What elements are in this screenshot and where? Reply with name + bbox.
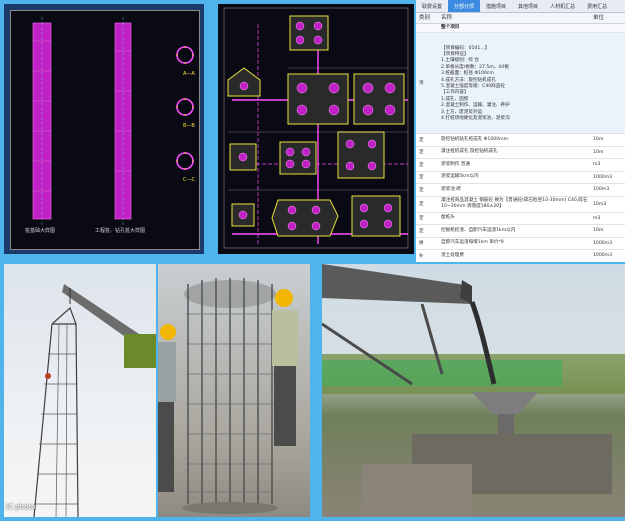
tab-itemized[interactable]: 分部分项 xyxy=(448,0,481,12)
drawing-title-2: 工程桩、钻孔桩大样图 xyxy=(95,228,146,234)
workers-photo-svg xyxy=(158,278,298,514)
table-row[interactable]: 定 灌注桩机成孔 旋挖钻机成孔 10m xyxy=(416,147,625,159)
budget-spreadsheet: 取费设置 分部分项 措施项目 其他项目 人材机汇总 费用汇总 类别 名称 单位 … xyxy=(416,0,625,262)
tab-materials-summary[interactable]: 人材机汇总 xyxy=(544,0,581,12)
cell-unit: 10m xyxy=(593,137,604,143)
cell-code: 补 xyxy=(419,253,424,259)
table-row[interactable]: 定 灌注桩商品混凝土 钢筋砼 换为【普通砼(碎石粒径10-30mm) C40,碎石… xyxy=(416,197,625,213)
cell-name: 渣土处理费 xyxy=(441,252,464,258)
section-a-circle xyxy=(176,46,194,64)
table-row[interactable]: 定 旋挖钻机钻孔桩成孔 Φ1000mm 10m xyxy=(416,134,625,147)
cell-name: 灌注桩机成孔 旋挖钻机成孔 xyxy=(441,149,498,155)
watermark: IC photo xyxy=(6,503,36,511)
cell-code: 换 xyxy=(419,241,424,247)
cell-code: 定 xyxy=(419,228,424,234)
table-row[interactable]: 定 泥浆制作 普通 m3 xyxy=(416,159,625,172)
cell-unit: 10m3 xyxy=(593,201,607,207)
header-name: 名称 xyxy=(441,15,453,21)
header-unit: 单位 xyxy=(593,15,605,21)
header-category: 类别 xyxy=(419,15,431,21)
table-row[interactable]: 定 泥浆池 砖 100m3 xyxy=(416,184,625,197)
foundation-plan-svg xyxy=(223,7,409,249)
cell-name: 灌注桩商品混凝土 钢筋砼 换为【普通砼(碎石粒径10-30mm) C40,碎石1… xyxy=(441,198,588,209)
crane-photo-svg xyxy=(33,284,156,517)
row-code: 项 xyxy=(419,81,424,86)
photo-workers-rebar-cage xyxy=(158,264,310,517)
table-header: 类别 名称 单位 xyxy=(416,13,625,24)
photo-concrete-pouring xyxy=(322,264,625,517)
cell-code: 定 xyxy=(419,202,424,207)
cell-name: 旋挖钻机钻孔桩成孔 Φ1000mm xyxy=(441,136,509,142)
cell-unit: m3 xyxy=(593,162,601,168)
drawing-title-1: 桩基础大样图 xyxy=(25,228,56,234)
tab-cost-summary[interactable]: 费用汇总 xyxy=(581,0,613,12)
cell-name: 挖掘机挖渣、自卸汽车运渣1km以内 xyxy=(441,227,516,233)
tab-fee-settings[interactable]: 取费设置 xyxy=(416,0,448,12)
cell-unit: 10m xyxy=(593,228,604,234)
cell-name: 泥浆池 砖 xyxy=(441,186,461,192)
section-c-circle xyxy=(176,152,194,170)
row-description: 【项目编码：0101…】 【项目特征】 1.土壤级别：综 合 2.单根长度/根数… xyxy=(441,45,510,122)
table-body: 定旋挖钻机钻孔桩成孔 Φ1000mm 10m 定灌注桩机成孔 旋挖钻机成孔 10m 定泥… xyxy=(416,134,625,262)
tab-other[interactable]: 其他项目 xyxy=(512,0,544,12)
cell-unit: 1000m3 xyxy=(593,174,613,180)
cell-code: 定 xyxy=(419,187,424,193)
cad-pile-drawing: 桩基础大样图 工程桩、钻孔桩大样图 A—A B—B C—C xyxy=(4,4,204,254)
table-row[interactable]: 换 自卸汽车运渣每增1km 单价*9 1000m3 xyxy=(416,238,625,250)
table-row[interactable]: 定 凿桩头 m3 xyxy=(416,213,625,225)
cell-code: 定 xyxy=(419,150,424,156)
cell-name: 自卸汽车运渣每增1km 单价*9 xyxy=(441,240,504,246)
cad-foundation-plan xyxy=(218,4,414,254)
photo-crane-rebar-cage xyxy=(4,264,156,517)
cell-code: 定 xyxy=(419,216,424,222)
cell-name: 泥浆制作 普通 xyxy=(441,161,471,167)
table-row[interactable]: 补 渣土处理费 1000m3 xyxy=(416,250,625,262)
cell-code: 定 xyxy=(419,162,424,168)
table-row-description[interactable]: 项 【项目编码：0101…】 【项目特征】 1.土壤级别：综 合 2.单根长度/… xyxy=(416,33,625,134)
table-row[interactable]: 定 泥浆运输5km以内 1000m3 xyxy=(416,172,625,184)
drawing-frame: 桩基础大样图 工程桩、钻孔桩大样图 A—A B—B C—C xyxy=(10,10,200,250)
cell-unit: 1000m3 xyxy=(593,253,613,259)
cell-name: 凿桩头 xyxy=(441,215,455,221)
cell-unit: 100m3 xyxy=(593,187,610,193)
section-b-circle xyxy=(176,98,194,116)
tab-measures[interactable]: 措施项目 xyxy=(480,0,512,12)
cell-code: 定 xyxy=(419,175,424,181)
section-label-b: B—B xyxy=(183,123,195,129)
cell-unit: 1000m3 xyxy=(593,240,613,246)
cell-code: 定 xyxy=(419,137,424,143)
table-row[interactable]: 定 挖掘机挖渣、自卸汽车运渣1km以内 10m xyxy=(416,225,625,238)
section-label-c: C—C xyxy=(183,177,195,183)
tab-bar: 取费设置 分部分项 措施项目 其他项目 人材机汇总 费用汇总 xyxy=(416,0,625,13)
concrete-photo-svg xyxy=(322,264,625,517)
pile-drawing-svg xyxy=(32,17,194,225)
section-row[interactable]: 整个项目 xyxy=(416,24,625,33)
cell-unit: 10m xyxy=(593,149,604,155)
cell-name: 泥浆运输5km以内 xyxy=(441,174,479,180)
section-label-a: A—A xyxy=(183,71,195,77)
section-title: 整个项目 xyxy=(441,25,460,30)
cell-unit: m3 xyxy=(593,215,601,221)
